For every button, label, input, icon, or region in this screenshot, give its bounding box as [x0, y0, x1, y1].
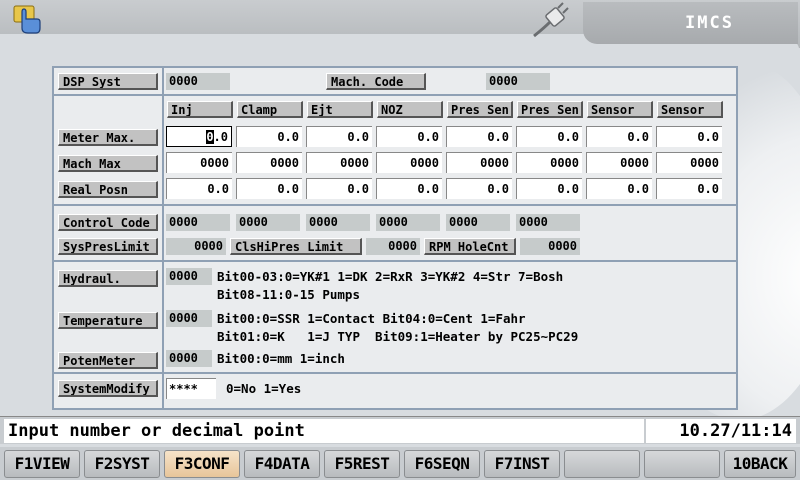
section-control: Control Code 0000 0000 0000 0000 0000 00… [54, 206, 736, 262]
hand-pointer-icon[interactable] [12, 4, 46, 36]
f1-view-button[interactable]: F1VIEW [4, 450, 80, 478]
control-code-value-4[interactable]: 0000 [376, 214, 440, 231]
section-system-modify: SystemModify **** 0=No 1=Yes [54, 374, 736, 408]
temperature-desc-line1: Bit00:0=SSR 1=Contact Bit04:0=Cent 1=Fah… [217, 311, 526, 326]
f9-empty-button[interactable] [644, 450, 720, 478]
system-modify-input[interactable]: **** [166, 378, 216, 399]
status-message: Input number or decimal point [4, 419, 644, 443]
hydraul-desc-line1: Bit00-03:0=YK#1 1=DK 2=RxR 3=YK#2 4=Str … [217, 269, 564, 284]
meter-max-ejt-input[interactable]: 0.0 [306, 126, 372, 147]
rpm-hole-cnt-label: RPM HoleCnt [424, 238, 516, 255]
temperature-value[interactable]: 0000 [166, 310, 212, 327]
real-posn-sensor-1-value: 0.0 [586, 178, 652, 199]
sys-pres-limit-label: SysPresLimit [58, 238, 158, 255]
function-key-bar: F1VIEW F2SYST F3CONF F4DATA F5REST F6SEQ… [0, 447, 800, 480]
mach-max-sensor-2-input[interactable]: 0000 [656, 152, 722, 173]
col-header-ejt: Ejt [307, 101, 373, 118]
poten-meter-label: PotenMeter [58, 352, 158, 369]
control-code-value-3[interactable]: 0000 [306, 214, 370, 231]
poten-meter-value[interactable]: 0000 [166, 350, 212, 367]
real-posn-pres-sen-1-value: 0.0 [446, 178, 512, 199]
hydraul-value[interactable]: 0000 [166, 268, 212, 285]
real-posn-noz-value: 0.0 [376, 178, 442, 199]
real-posn-ejt-value: 0.0 [306, 178, 372, 199]
temperature-desc-line2: Bit01:0=K 1=J TYP Bit09:1=Heater by PC25… [217, 329, 579, 344]
temperature-label: Temperature [58, 312, 158, 329]
f10-back-button[interactable]: 10BACK [724, 450, 796, 478]
real-posn-inj-value: 0.0 [166, 178, 232, 199]
meter-max-clamp-input[interactable]: 0.0 [236, 126, 302, 147]
mach-max-ejt-input[interactable]: 0000 [306, 152, 372, 173]
cls-hi-pres-limit-label: ClsHiPres Limit [230, 238, 362, 255]
mach-code-value[interactable]: 0000 [486, 73, 550, 90]
f2-syst-button[interactable]: F2SYST [84, 450, 160, 478]
control-code-label: Control Code [58, 214, 158, 231]
mach-max-clamp-input[interactable]: 0000 [236, 152, 302, 173]
section-settings: Hydraul. 0000 Bit00-03:0=YK#1 1=DK 2=RxR… [54, 262, 736, 374]
meter-max-sensor-2-input[interactable]: 0.0 [656, 126, 722, 147]
col-header-pres-sen-1: Pres Sen [447, 101, 513, 118]
sys-pres-limit-value[interactable]: 0000 [166, 238, 226, 255]
real-posn-label: Real Posn [58, 181, 158, 198]
f8-empty-button[interactable] [564, 450, 640, 478]
mach-max-pres-sen-2-input[interactable]: 0000 [516, 152, 582, 173]
mach-max-label: Mach Max [58, 155, 158, 172]
mach-max-inj-input[interactable]: 0000 [166, 152, 232, 173]
control-code-value-2[interactable]: 0000 [236, 214, 300, 231]
status-bar: Input number or decimal point 10.27/11:1… [0, 416, 800, 444]
f4-data-button[interactable]: F4DATA [244, 450, 320, 478]
real-posn-pres-sen-2-value: 0.0 [516, 178, 582, 199]
dsp-syst-value[interactable]: 0000 [166, 73, 230, 90]
meter-max-pres-sen-1-input[interactable]: 0.0 [446, 126, 512, 147]
control-code-value-5[interactable]: 0000 [446, 214, 510, 231]
meter-max-noz-input[interactable]: 0.0 [376, 126, 442, 147]
hydraul-desc-line2: Bit08-11:0-15 Pumps [217, 287, 360, 302]
poten-meter-desc: Bit00:0=mm 1=inch [217, 351, 345, 366]
meter-max-inj-input[interactable]: 0.0 [166, 126, 232, 147]
real-posn-sensor-2-value: 0.0 [656, 178, 722, 199]
f7-inst-button[interactable]: F7INST [484, 450, 560, 478]
section-dsp: DSP Syst 0000 Mach. Code 0000 [54, 68, 736, 96]
f5-rest-button[interactable]: F5REST [324, 450, 400, 478]
mach-code-label: Mach. Code [326, 73, 426, 90]
control-code-value-1[interactable]: 0000 [166, 214, 230, 231]
dsp-syst-label: DSP Syst [58, 73, 158, 90]
section-meter: Inj Clamp Ejt NOZ Pres Sen Pres Sen Sens… [54, 96, 736, 206]
config-panel: DSP Syst 0000 Mach. Code 0000 Inj Clamp … [52, 66, 738, 410]
mach-max-pres-sen-1-input[interactable]: 0000 [446, 152, 512, 173]
hydraul-label: Hydraul. [58, 270, 158, 287]
plug-icon [530, 2, 570, 38]
col-header-noz: NOZ [377, 101, 443, 118]
meter-max-sensor-1-input[interactable]: 0.0 [586, 126, 652, 147]
col-header-sensor-2: Sensor [657, 101, 723, 118]
status-datetime: 10.27/11:14 [646, 419, 796, 443]
app-title: IMCS [583, 2, 798, 44]
mach-max-noz-input[interactable]: 0000 [376, 152, 442, 173]
col-header-pres-sen-2: Pres Sen [517, 101, 583, 118]
cls-hi-pres-limit-value[interactable]: 0000 [366, 238, 420, 255]
f6-seqn-button[interactable]: F6SEQN [404, 450, 480, 478]
real-posn-clamp-value: 0.0 [236, 178, 302, 199]
rpm-hole-cnt-value[interactable]: 0000 [520, 238, 580, 255]
system-modify-desc: 0=No 1=Yes [226, 381, 302, 396]
col-header-sensor-1: Sensor [587, 101, 653, 118]
meter-max-label: Meter Max. [58, 129, 158, 146]
text-cursor: 0 [206, 130, 214, 144]
meter-max-pres-sen-2-input[interactable]: 0.0 [516, 126, 582, 147]
system-modify-label: SystemModify [58, 380, 158, 397]
col-header-clamp: Clamp [237, 101, 303, 118]
col-header-inj: Inj [167, 101, 233, 118]
control-code-value-6[interactable]: 0000 [516, 214, 580, 231]
f3-conf-button[interactable]: F3CONF [164, 450, 240, 478]
mach-max-sensor-1-input[interactable]: 0000 [586, 152, 652, 173]
